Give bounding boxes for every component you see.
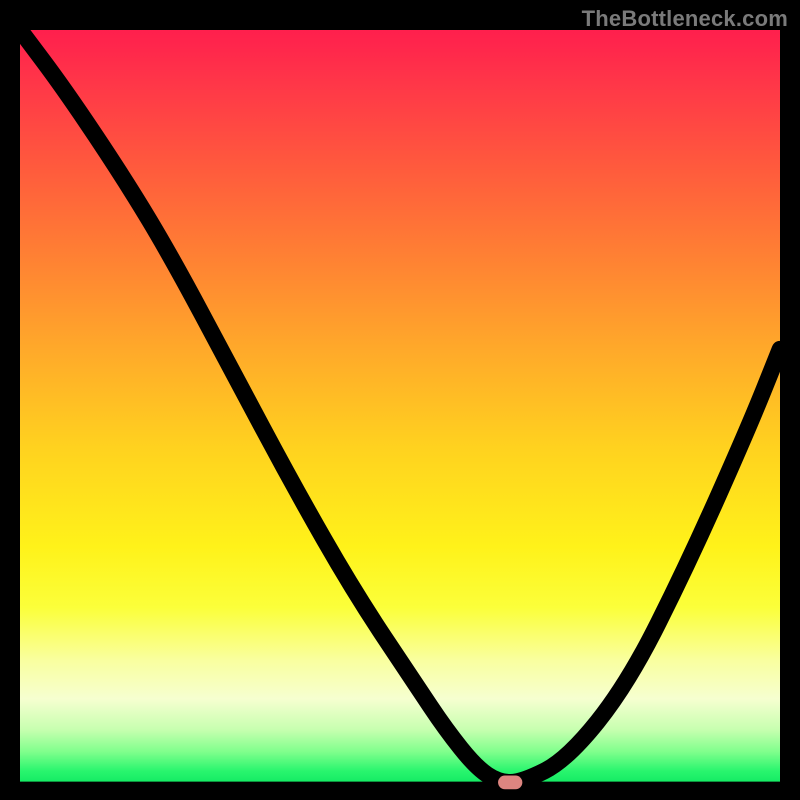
- chart-frame: TheBottleneck.com: [0, 0, 800, 800]
- plot-area: [20, 30, 780, 790]
- optimal-marker: [498, 776, 522, 790]
- bottleneck-curve: [20, 30, 780, 782]
- watermark-label: TheBottleneck.com: [582, 6, 788, 32]
- chart-svg: [20, 30, 780, 790]
